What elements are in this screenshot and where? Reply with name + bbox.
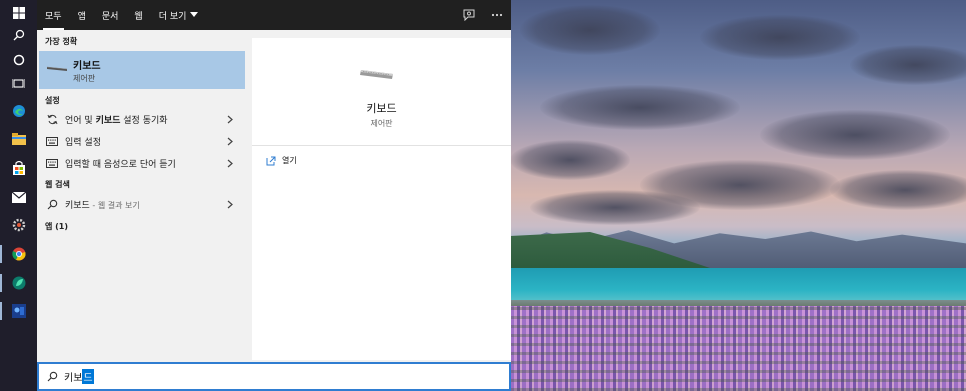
cortana-circle-icon bbox=[13, 54, 24, 66]
label-part: 설정 동기화 bbox=[120, 115, 168, 126]
settings-result-label: 언어 및 키보드 설정 동기화 bbox=[65, 113, 168, 126]
web-search-detail: - 웹 결과 보기 bbox=[89, 200, 140, 210]
sync-icon bbox=[45, 112, 59, 126]
chevron-right-icon[interactable] bbox=[225, 157, 235, 169]
search-panel: 모두 앱 문서 웹 더 보기 가장 정확 키보드 제어판 설정 언어 및 키보드… bbox=[37, 0, 511, 391]
label-highlight: 키보드 bbox=[95, 115, 121, 126]
settings-result-label: 입력할 때 음성으로 단어 듣기 bbox=[65, 159, 176, 170]
keyboard-icon bbox=[47, 66, 67, 71]
settings-result-label: 입력 설정 bbox=[65, 137, 101, 148]
label-part: 언어 및 bbox=[65, 115, 96, 126]
task-view-icon bbox=[12, 79, 25, 88]
open-action[interactable]: 열기 bbox=[266, 155, 297, 166]
task-view-button[interactable] bbox=[0, 71, 37, 97]
section-header-settings: 설정 bbox=[45, 96, 60, 105]
folder-icon bbox=[11, 133, 26, 145]
web-search-result[interactable]: 키보드 - 웹 결과 보기 bbox=[39, 194, 245, 214]
results-list: 가장 정확 키보드 제어판 설정 언어 및 키보드 설정 동기화 입력 설정 입… bbox=[37, 30, 247, 360]
store-button[interactable] bbox=[0, 155, 37, 181]
preview-divider bbox=[252, 145, 511, 146]
tab-label: 문서 bbox=[101, 11, 119, 22]
taskbar bbox=[0, 0, 37, 391]
best-match-subtitle: 제어판 bbox=[73, 74, 96, 83]
chevron-right-icon[interactable] bbox=[225, 113, 235, 125]
blue-app-icon bbox=[11, 304, 26, 318]
settings-app-button[interactable] bbox=[0, 212, 37, 238]
preview-subtitle: 제어판 bbox=[370, 119, 393, 128]
search-icon bbox=[46, 371, 58, 383]
ellipsis-icon bbox=[491, 13, 503, 17]
keyboard-settings-icon bbox=[45, 156, 59, 170]
leaf-app-icon bbox=[12, 276, 25, 290]
edge-taskbar-button[interactable] bbox=[0, 98, 37, 124]
settings-result-language-keyboard-sync[interactable]: 언어 및 키보드 설정 동기화 bbox=[39, 109, 245, 129]
section-header-best-match: 가장 정확 bbox=[45, 37, 78, 46]
chevron-down-icon bbox=[190, 12, 199, 17]
open-label: 열기 bbox=[282, 156, 297, 165]
tab-all[interactable]: 모두 bbox=[37, 0, 70, 30]
chevron-right-icon[interactable] bbox=[225, 135, 235, 147]
tab-label: 앱 bbox=[77, 11, 86, 22]
windows-logo-icon bbox=[12, 7, 25, 19]
settings-result-input-settings[interactable]: 입력 설정 bbox=[39, 131, 245, 151]
keyboard-settings-icon bbox=[45, 134, 59, 148]
mail-button[interactable] bbox=[0, 184, 37, 210]
app-taskbar-button[interactable] bbox=[0, 270, 37, 296]
feedback-button[interactable] bbox=[455, 0, 483, 30]
search-icon bbox=[45, 197, 59, 211]
store-bag-icon bbox=[12, 161, 25, 175]
open-external-icon bbox=[266, 156, 276, 165]
keyboard-icon bbox=[360, 70, 393, 79]
edge-icon bbox=[12, 105, 25, 117]
desktop-wallpaper bbox=[510, 0, 966, 391]
result-preview-pane: 키보드 제어판 열기 bbox=[252, 38, 511, 360]
feedback-icon bbox=[463, 9, 475, 21]
search-taskbar-button[interactable] bbox=[0, 22, 37, 48]
chevron-right-icon[interactable] bbox=[225, 198, 235, 210]
search-box[interactable]: 키보 드 bbox=[37, 362, 511, 391]
tab-web[interactable]: 웹 bbox=[126, 0, 150, 30]
filter-tab-bar: 모두 앱 문서 웹 더 보기 bbox=[37, 0, 511, 30]
search-icon bbox=[13, 29, 24, 41]
chrome-icon bbox=[11, 247, 25, 261]
web-search-label: 키보드 - 웹 결과 보기 bbox=[65, 198, 140, 211]
app-taskbar-button-2[interactable] bbox=[0, 298, 37, 324]
tab-apps[interactable]: 앱 bbox=[70, 0, 94, 30]
search-input[interactable]: 키보 드 bbox=[64, 369, 94, 384]
tab-label: 더 보기 bbox=[158, 11, 187, 22]
chrome-button[interactable] bbox=[0, 241, 37, 267]
tab-more[interactable]: 더 보기 bbox=[151, 0, 207, 30]
file-explorer-button[interactable] bbox=[0, 126, 37, 152]
preview-title: 키보드 bbox=[366, 102, 397, 115]
best-match-result[interactable]: 키보드 제어판 bbox=[39, 51, 245, 89]
search-selected-text: 드 bbox=[82, 369, 94, 384]
settings-result-hear-words[interactable]: 입력할 때 음성으로 단어 듣기 bbox=[39, 153, 245, 173]
more-options-button[interactable] bbox=[483, 0, 511, 30]
cortana-button[interactable] bbox=[0, 47, 37, 73]
tab-label: 웹 bbox=[134, 11, 143, 22]
tab-label: 모두 bbox=[45, 11, 62, 22]
section-header-web-search: 웹 검색 bbox=[45, 180, 70, 189]
tab-documents[interactable]: 문서 bbox=[94, 0, 127, 30]
mail-icon bbox=[11, 191, 26, 203]
search-typed-text: 키보 bbox=[64, 373, 83, 384]
section-header-apps[interactable]: 앱 (1) bbox=[45, 221, 68, 232]
gear-icon bbox=[12, 218, 25, 232]
best-match-title: 키보드 bbox=[73, 61, 101, 72]
web-search-query: 키보드 bbox=[65, 200, 90, 211]
